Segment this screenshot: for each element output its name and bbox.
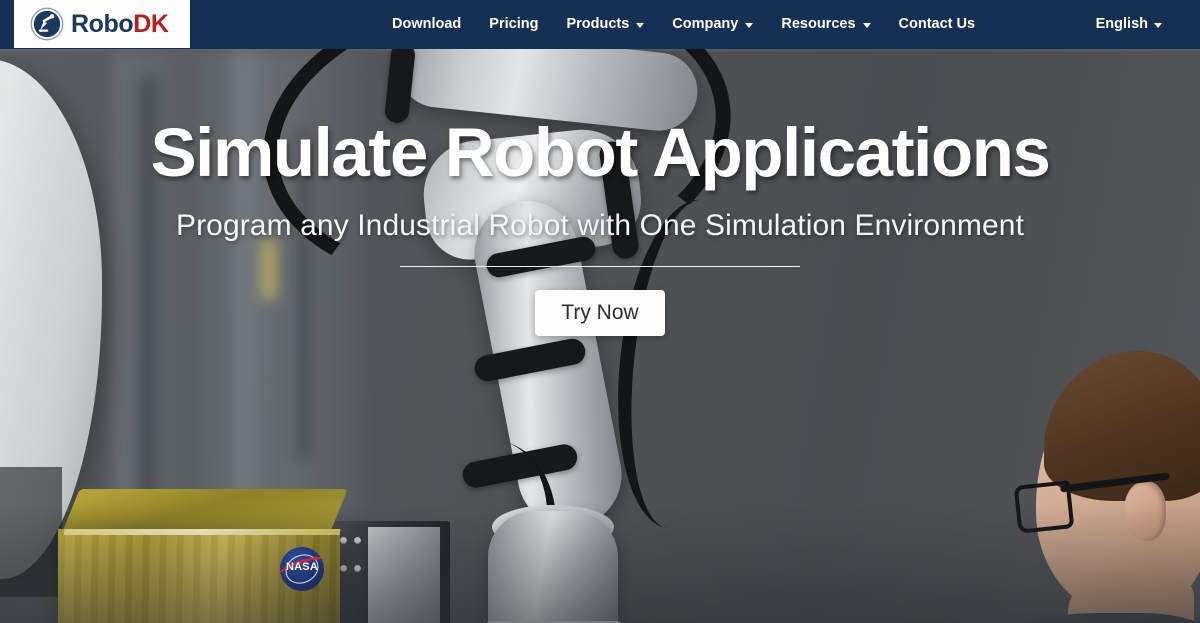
chevron-down-icon [636,23,645,28]
chevron-down-icon [1154,23,1162,28]
language-selector[interactable]: English [1082,0,1162,49]
robot-arm-badge-icon [30,7,64,41]
brand-logo-link[interactable]: RoboDK [14,0,190,48]
nav-item-pricing-label: Pricing [489,16,539,32]
nav-item-contact-us[interactable]: Contact Us [885,0,990,49]
language-selector-label: English [1095,16,1148,32]
top-navigation-bar: RoboDK Download Pricing Products Company… [0,0,1200,49]
hero-subtitle: Program any Industrial Robot with One Si… [175,209,1025,242]
brand-name-dk: DK [133,9,169,38]
brand-name-robo: Robo [71,9,134,38]
nav-item-pricing[interactable]: Pricing [475,0,552,49]
hero-title: Simulate Robot Applications [150,114,1051,191]
primary-nav: Download Pricing Products Company Resour… [378,0,989,49]
hero-divider [400,266,800,267]
nav-item-products-label: Products [566,16,630,32]
language-selector-group: English [1082,0,1162,49]
chevron-down-icon [862,23,871,28]
try-now-button[interactable]: Try Now [535,290,665,336]
nav-item-contact-us-label: Contact Us [898,16,976,32]
hero-section: NASA Simulate Robot Applications Program… [0,49,1200,623]
nav-item-download-label: Download [392,16,462,32]
nav-item-company-label: Company [672,16,739,32]
brand-wordmark: RoboDK [71,9,169,38]
nav-item-download[interactable]: Download [378,0,475,49]
nav-item-resources-label: Resources [781,16,856,32]
hero-content: Simulate Robot Applications Program any … [0,49,1200,623]
nav-item-resources[interactable]: Resources [767,0,884,49]
nav-item-company[interactable]: Company [658,0,767,49]
chevron-down-icon [745,23,754,28]
nav-item-products[interactable]: Products [552,0,658,49]
